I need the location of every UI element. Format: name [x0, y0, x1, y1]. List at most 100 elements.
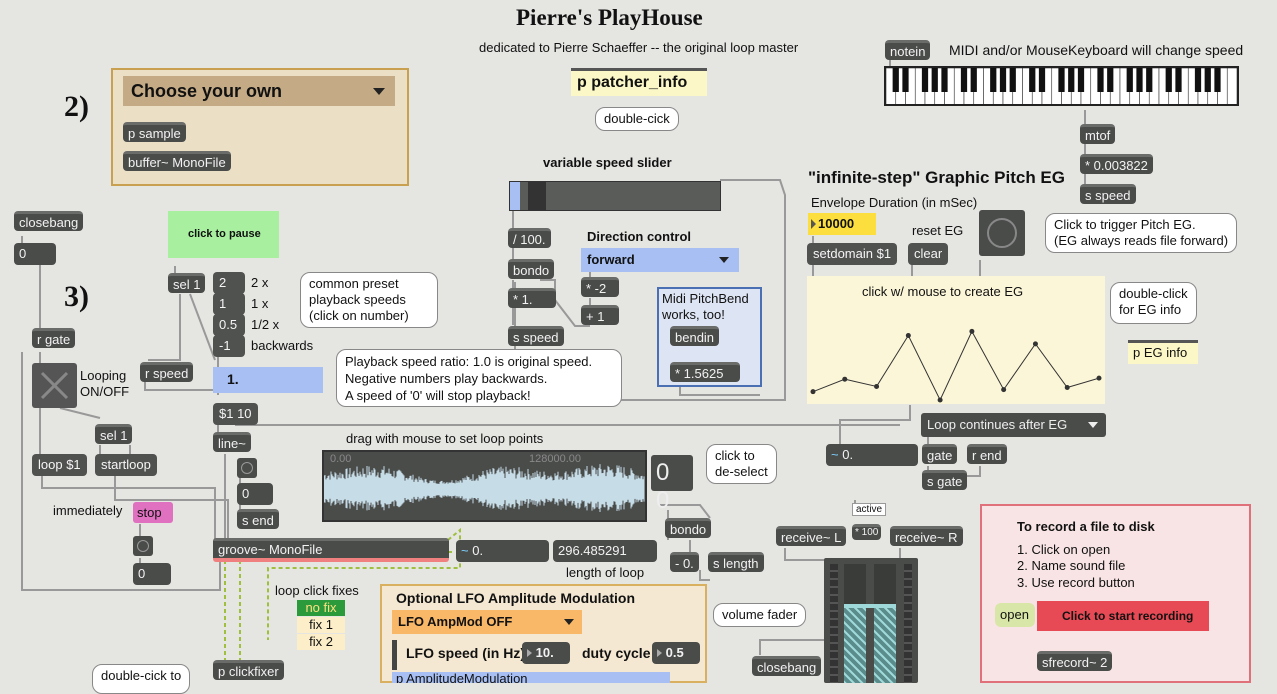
- open-button[interactable]: open: [995, 603, 1035, 627]
- black-key[interactable]: [1009, 68, 1016, 92]
- amplitude-modulation-patcher[interactable]: p AmplitudeModulation: [392, 672, 670, 683]
- black-key[interactable]: [941, 68, 948, 92]
- p-eg-info-box[interactable]: p EG info: [1128, 340, 1198, 364]
- loopfix-fix-2[interactable]: fix 2: [297, 634, 345, 650]
- mtof-object[interactable]: mtof: [1080, 124, 1116, 144]
- clear-message[interactable]: clear: [908, 243, 949, 265]
- black-key[interactable]: [1126, 68, 1133, 92]
- eg-point[interactable]: [1096, 375, 1102, 381]
- black-key[interactable]: [1077, 68, 1085, 92]
- variable-speed-slider[interactable]: [509, 181, 721, 211]
- eg-point[interactable]: [937, 397, 943, 403]
- black-key[interactable]: [960, 68, 968, 92]
- sel1-object[interactable]: sel 1: [168, 273, 206, 293]
- duration-number-box[interactable]: 10000: [808, 213, 876, 235]
- loop-message[interactable]: loop $1: [32, 454, 87, 476]
- p-sample-object[interactable]: p sample: [123, 122, 186, 142]
- loop-after-menu[interactable]: Loop continues after EG: [921, 413, 1106, 437]
- bondo2-object[interactable]: bondo: [665, 518, 712, 538]
- black-key[interactable]: [1107, 68, 1114, 92]
- loopfix-no-fix[interactable]: no fix: [297, 600, 345, 616]
- s-length-object[interactable]: s length: [708, 552, 764, 572]
- bang-button[interactable]: [133, 536, 153, 556]
- black-key[interactable]: [999, 68, 1007, 92]
- mult1-object[interactable]: * 1.: [508, 288, 556, 308]
- black-key[interactable]: [1165, 68, 1172, 92]
- black-key[interactable]: [1146, 68, 1153, 92]
- black-key[interactable]: [892, 68, 899, 92]
- groove-object[interactable]: groove~ MonoFile: [213, 538, 449, 562]
- black-key[interactable]: [1068, 68, 1075, 92]
- eg-point[interactable]: [842, 376, 848, 382]
- neg2-object[interactable]: * -2: [581, 277, 619, 297]
- eg-point[interactable]: [874, 383, 880, 389]
- trigger-eg-button[interactable]: [979, 210, 1025, 256]
- r-speed-object[interactable]: r speed: [140, 362, 194, 382]
- white-key[interactable]: [1226, 68, 1237, 106]
- black-key[interactable]: [931, 68, 938, 92]
- receive-r-object[interactable]: receive~ R: [890, 526, 963, 546]
- black-key[interactable]: [1058, 68, 1065, 92]
- bondo-object[interactable]: bondo: [508, 259, 555, 279]
- volume-meter-panel[interactable]: [824, 558, 918, 683]
- black-key[interactable]: [1097, 68, 1104, 92]
- duty-number[interactable]: 0.5: [652, 642, 700, 664]
- black-key[interactable]: [1029, 68, 1036, 92]
- sel1b-object[interactable]: sel 1: [95, 424, 133, 444]
- r-gate-object[interactable]: r gate: [32, 328, 76, 348]
- black-key[interactable]: [1175, 68, 1182, 92]
- loop-after-signal[interactable]: ~ 0.: [826, 444, 918, 466]
- minus0-object[interactable]: - 0.: [670, 552, 699, 572]
- bang-button-2[interactable]: [237, 458, 257, 478]
- loop-points-display[interactable]: 0 0: [651, 455, 693, 514]
- bendin-object[interactable]: bendin: [670, 326, 720, 346]
- eg-graph[interactable]: click w/ mouse to create EG: [807, 276, 1105, 404]
- eg-point[interactable]: [969, 328, 975, 334]
- notein-object[interactable]: notein: [885, 40, 931, 60]
- div100-object[interactable]: / 100.: [508, 228, 551, 248]
- zero-number-b[interactable]: 0: [237, 483, 273, 505]
- sfrecord-object[interactable]: sfrecord~ 2: [1037, 651, 1113, 671]
- receive-l-object[interactable]: receive~ L: [776, 526, 847, 546]
- line-message[interactable]: $1 10: [213, 403, 258, 425]
- mult-speed-object[interactable]: * 0.003822: [1080, 154, 1153, 174]
- groove-signal-number[interactable]: ~ 0.: [456, 540, 549, 562]
- lfo-menu[interactable]: LFO AmpMod OFF: [392, 610, 582, 634]
- black-key[interactable]: [990, 68, 997, 92]
- closebang-object-2[interactable]: closebang: [752, 656, 822, 676]
- choose-file-menu[interactable]: Choose your own: [123, 76, 395, 106]
- black-key[interactable]: [921, 68, 929, 92]
- s-end-object[interactable]: s end: [237, 509, 279, 529]
- plus1-object[interactable]: + 1: [581, 305, 619, 325]
- patcher-info-box[interactable]: p patcher_info: [571, 68, 707, 96]
- stop-button[interactable]: stop: [133, 502, 173, 523]
- preset-half[interactable]: 0.5: [213, 314, 245, 336]
- black-key[interactable]: [1204, 68, 1211, 92]
- preset-2[interactable]: 2: [213, 272, 245, 294]
- black-key[interactable]: [1038, 68, 1046, 92]
- closebang-number[interactable]: 0: [14, 243, 56, 265]
- zero-number-a[interactable]: 0: [133, 563, 171, 585]
- gate-object[interactable]: gate: [922, 444, 958, 464]
- eg-point[interactable]: [1001, 387, 1007, 393]
- black-key[interactable]: [1136, 68, 1143, 92]
- mult100-object[interactable]: * 100: [852, 524, 882, 540]
- black-key[interactable]: [1214, 68, 1221, 92]
- eg-point[interactable]: [810, 389, 816, 395]
- startloop-message[interactable]: startloop: [95, 454, 157, 476]
- clickfixer-object[interactable]: p clickfixer: [213, 660, 284, 680]
- s-speed-object-midi[interactable]: s speed: [1080, 184, 1136, 204]
- speed-number-box[interactable]: 1.: [213, 367, 323, 393]
- preset-backwards[interactable]: -1: [213, 335, 245, 357]
- line-object[interactable]: line~: [213, 432, 251, 452]
- eg-point[interactable]: [1032, 341, 1038, 347]
- waveform-display[interactable]: 0.00 128000.00: [322, 450, 647, 522]
- preset-1[interactable]: 1: [213, 293, 245, 315]
- black-key[interactable]: [902, 68, 909, 92]
- setdomain-message[interactable]: setdomain $1: [807, 243, 898, 265]
- eg-point[interactable]: [905, 333, 911, 339]
- lfo-speed-number[interactable]: 10.: [522, 642, 570, 664]
- eg-point[interactable]: [1064, 385, 1070, 391]
- loop-length-number[interactable]: 296.485291: [553, 540, 657, 562]
- pitchbend-mult-object[interactable]: * 1.5625: [670, 362, 740, 382]
